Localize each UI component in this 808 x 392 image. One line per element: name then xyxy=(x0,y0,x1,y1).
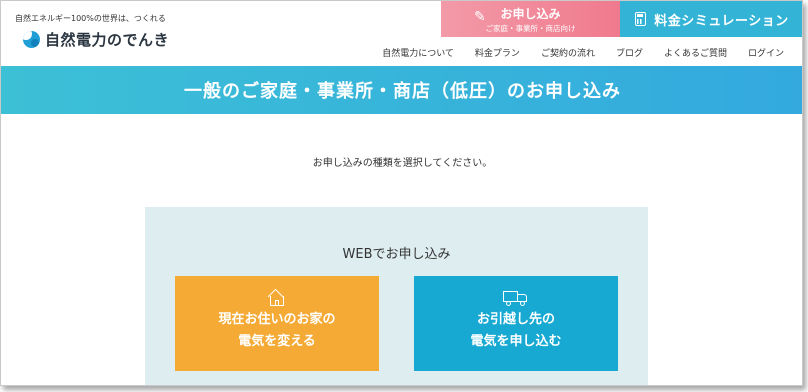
page-title: 一般のご家庭・事業所・商店（低圧）のお申し込み xyxy=(184,81,621,102)
web-application-panel: WEBでお申し込み 現在お住いのお家の 電気を変える お引越し先の 電気を申し込… xyxy=(145,207,648,385)
nav-item-faq[interactable]: よくあるご質問 xyxy=(664,46,727,59)
house-icon xyxy=(267,288,287,306)
switch-current-home-button[interactable]: 現在お住いのお家の 電気を変える xyxy=(175,276,379,371)
global-nav: 自然電力について 料金プラン ご契約の流れ ブログ よくあるご質問 ログイン xyxy=(361,46,784,59)
apply-button[interactable]: ✎ お申し込み ご家庭・事業所・商店向け xyxy=(441,1,620,37)
nav-item-login[interactable]: ログイン xyxy=(748,46,784,59)
moving-application-line1: お引越し先の xyxy=(476,312,555,327)
nav-item-about[interactable]: 自然電力について xyxy=(382,46,454,59)
site-tagline: 自然エネルギー100%の世界は、つくれる xyxy=(15,14,166,23)
nav-item-plans[interactable]: 料金プラン xyxy=(475,46,520,59)
price-simulation-button[interactable]: 料金シミュレーション xyxy=(620,1,802,37)
instruction-text: お申し込みの種類を選択してください。 xyxy=(312,158,493,169)
truck-icon xyxy=(503,291,529,307)
logo-text: 自然電力のでんき xyxy=(45,31,170,49)
calculator-icon xyxy=(635,12,647,26)
nav-item-blog[interactable]: ブログ xyxy=(616,46,643,59)
browser-frame: 自然エネルギー100%の世界は、つくれる 自然電力のでんき ✎ お申し込み ご家… xyxy=(0,0,803,386)
moving-application-line2: 電気を申し込む xyxy=(470,334,562,349)
switch-current-home-line2: 電気を変える xyxy=(238,334,316,349)
web-application-title: WEBでお申し込み xyxy=(342,247,451,262)
price-simulation-label: 料金シミュレーション xyxy=(654,13,789,29)
apply-button-sublabel: ご家庭・事業所・商店向け xyxy=(485,24,576,33)
page-banner: 一般のご家庭・事業所・商店（低圧）のお申し込み xyxy=(1,66,802,114)
logo-mark-icon xyxy=(23,31,40,48)
site-logo[interactable]: 自然電力のでんき xyxy=(23,29,169,50)
apply-button-label: お申し込み xyxy=(500,7,561,21)
moving-application-button[interactable]: お引越し先の 電気を申し込む xyxy=(414,276,618,371)
switch-current-home-line1: 現在お住いのお家の xyxy=(218,312,336,327)
pen-icon: ✎ xyxy=(474,9,486,25)
nav-item-contract-flow[interactable]: ご契約の流れ xyxy=(541,46,595,59)
